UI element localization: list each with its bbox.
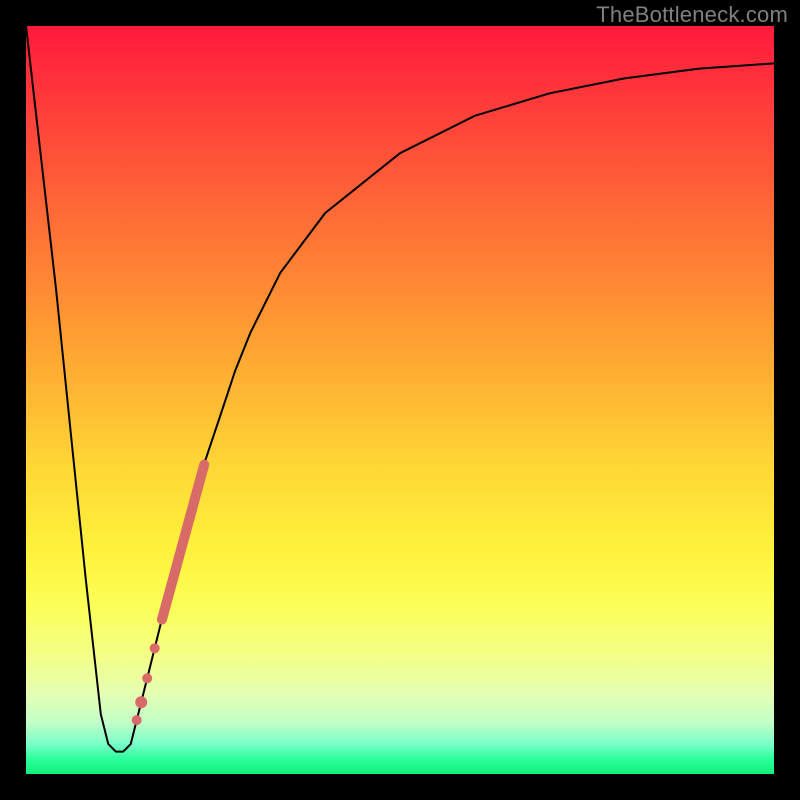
chart-svg bbox=[26, 26, 774, 774]
highlight-dot bbox=[142, 673, 152, 683]
highlight-dot bbox=[150, 643, 160, 653]
watermark: TheBottleneck.com bbox=[596, 2, 788, 28]
highlight-dot bbox=[132, 715, 142, 725]
highlight-dot bbox=[135, 696, 147, 708]
bottleneck-curve bbox=[26, 26, 774, 752]
highlight-segment bbox=[156, 459, 211, 626]
